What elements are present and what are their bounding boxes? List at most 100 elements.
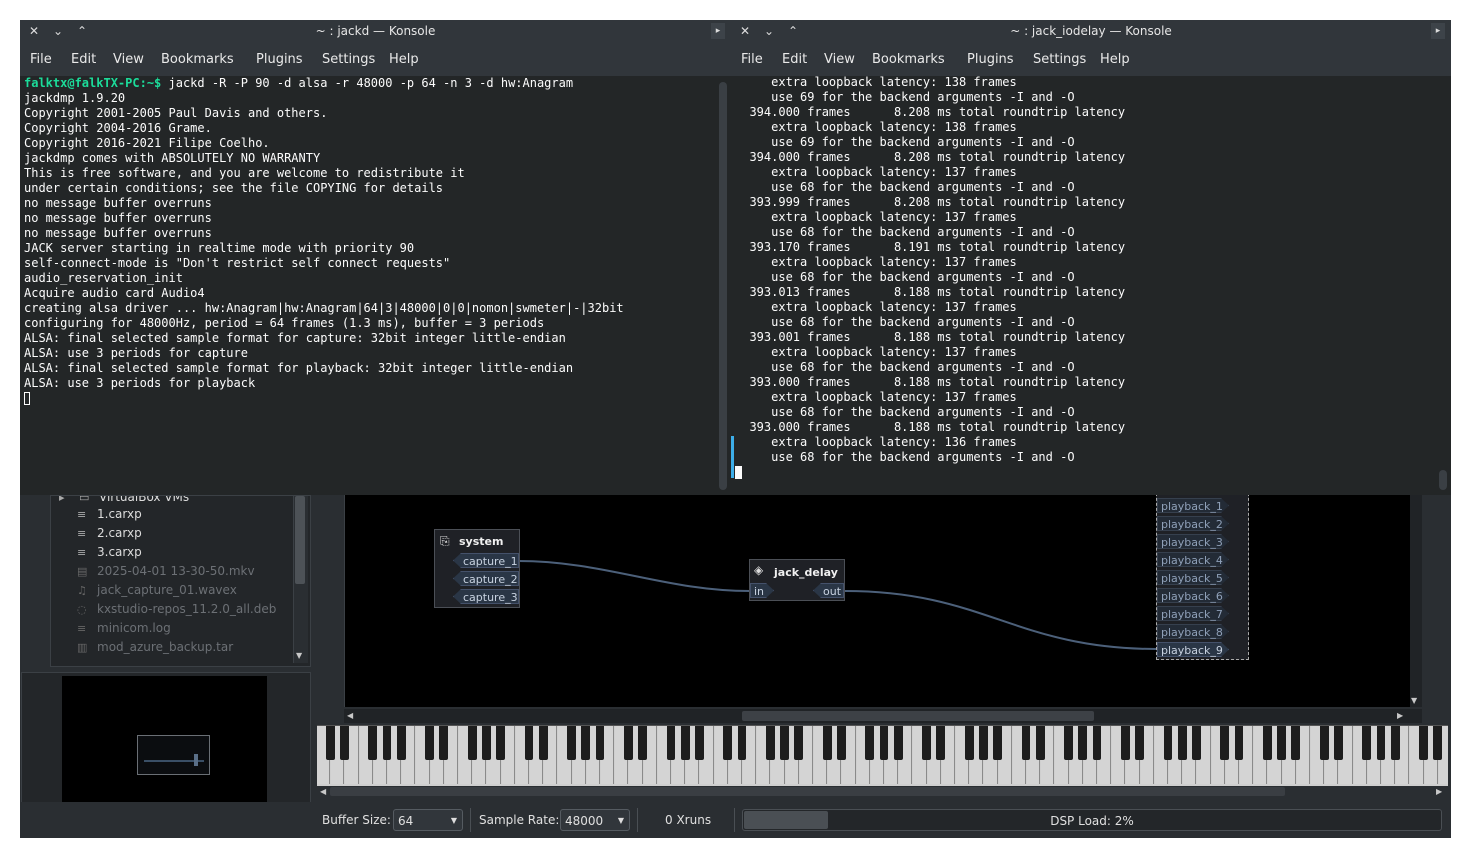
black-key[interactable]	[496, 726, 505, 760]
black-key[interactable]	[340, 726, 349, 760]
piano-keyboard[interactable]	[317, 725, 1448, 786]
black-key[interactable]	[865, 726, 875, 760]
black-key[interactable]	[837, 726, 846, 760]
black-key[interactable]	[979, 726, 988, 760]
black-key[interactable]	[1277, 726, 1286, 760]
black-key[interactable]	[1433, 726, 1443, 760]
black-key[interactable]	[695, 726, 704, 760]
file-item[interactable]: ▤ 2025-04-01 13-30-50.mkv	[77, 562, 255, 581]
black-key[interactable]	[1135, 726, 1144, 760]
black-key[interactable]	[964, 726, 974, 760]
black-key[interactable]	[382, 726, 392, 760]
konsole-iodelay-window[interactable]: ✕ ⌄ ⌃ ~ : jack_iodelay — Konsole ▸ File E…	[731, 20, 1451, 495]
menu-edit[interactable]: Edit	[71, 42, 96, 78]
black-key[interactable]	[723, 726, 733, 760]
black-key[interactable]	[624, 726, 633, 760]
file-browser-scroll-thumb[interactable]	[295, 496, 305, 584]
black-key[interactable]	[1263, 726, 1272, 760]
file-item[interactable]: ≡ 1.carxp	[77, 505, 142, 524]
black-key[interactable]	[1376, 726, 1386, 760]
terminal-scrollbar[interactable]	[717, 76, 729, 495]
patchbay-canvas[interactable]: ⎘ system capture_1 capture_2 capture_3 ◈…	[344, 495, 1411, 707]
port-playback-6[interactable]: playback_6	[1157, 588, 1229, 603]
black-key[interactable]	[1362, 726, 1372, 760]
black-key[interactable]	[1021, 726, 1031, 760]
menu-settings[interactable]: Settings	[1033, 42, 1086, 78]
menu-edit[interactable]: Edit	[782, 42, 807, 78]
black-key[interactable]	[638, 726, 647, 760]
file-item[interactable]: ≡ 3.carxp	[77, 543, 142, 562]
terminal-view[interactable]: falktx@falkTX-PC:~$ jackd -R -P 90 -d al…	[20, 76, 717, 495]
black-key[interactable]	[922, 726, 931, 760]
black-key[interactable]	[581, 726, 591, 760]
file-browser[interactable]: ▸ ▭ VirtualBox VMs ≡ 1.carxp ≡ 2.carxp ≡ 3.carx…	[50, 495, 311, 667]
black-key[interactable]	[879, 726, 889, 760]
titlebar[interactable]: ✕ ⌄ ⌃ ~ : jackd — Konsole ▸	[20, 20, 731, 42]
keyboard-scroll-thumb[interactable]	[330, 787, 1285, 796]
menu-settings[interactable]: Settings	[322, 42, 375, 78]
konsole-jackd-window[interactable]: ✕ ⌄ ⌃ ~ : jackd — Konsole ▸ File Edit View…	[20, 20, 731, 495]
file-item[interactable]: ≡ 2.carxp	[77, 524, 142, 543]
scroll-right-arrow-icon[interactable]: ▶	[1436, 787, 1442, 797]
black-key[interactable]	[396, 726, 406, 760]
black-key[interactable]	[1163, 726, 1173, 760]
black-key[interactable]	[1390, 726, 1400, 760]
black-key[interactable]	[467, 726, 477, 760]
black-key[interactable]	[1121, 726, 1130, 760]
connection-capture1-in[interactable]	[517, 560, 751, 592]
port-playback-4[interactable]: playback_4	[1157, 552, 1229, 567]
terminal-scroll-thumb[interactable]	[719, 82, 727, 490]
scroll-right-icon[interactable]: ▸	[1431, 23, 1445, 39]
black-key[interactable]	[1092, 726, 1102, 760]
black-key[interactable]	[993, 726, 1002, 760]
port-playback-2[interactable]: playback_2	[1157, 516, 1229, 531]
titlebar[interactable]: ✕ ⌄ ⌃ ~ : jack_iodelay — Konsole ▸	[731, 20, 1451, 42]
black-key[interactable]	[780, 726, 789, 760]
black-key[interactable]	[936, 726, 946, 760]
black-key[interactable]	[595, 726, 605, 760]
black-key[interactable]	[482, 726, 491, 760]
menu-help[interactable]: Help	[389, 42, 419, 78]
scroll-left-arrow-icon[interactable]: ◀	[320, 787, 326, 797]
black-key[interactable]	[737, 726, 747, 760]
black-key[interactable]	[1078, 726, 1088, 760]
menu-view[interactable]: View	[113, 42, 144, 78]
port-playback-1[interactable]: playback_1	[1157, 498, 1229, 513]
black-key[interactable]	[368, 726, 378, 760]
black-key[interactable]	[794, 726, 804, 760]
xruns-counter[interactable]: 0 Xruns	[665, 809, 711, 831]
black-key[interactable]	[1234, 726, 1244, 760]
black-key[interactable]	[1035, 726, 1045, 760]
black-key[interactable]	[893, 726, 903, 760]
black-key[interactable]	[524, 726, 534, 760]
terminal-view[interactable]: extra loopback latency: 138 frames use 6…	[731, 76, 1437, 495]
black-key[interactable]	[1291, 726, 1301, 760]
canvas-vertical-scrollbar[interactable]	[1410, 495, 1422, 707]
port-playback-5[interactable]: playback_5	[1157, 570, 1229, 585]
port-capture-1[interactable]: capture_1	[453, 553, 519, 568]
black-key[interactable]	[325, 726, 335, 760]
black-key[interactable]	[439, 726, 449, 760]
port-playback-3[interactable]: playback_3	[1157, 534, 1229, 549]
file-item[interactable]: ◌ kxstudio-repos_11.2.0_all.deb	[77, 600, 276, 619]
black-key[interactable]	[567, 726, 576, 760]
terminal-scroll-thumb[interactable]	[1439, 470, 1447, 490]
menu-help[interactable]: Help	[1100, 42, 1130, 78]
scroll-down-arrow-icon[interactable]: ▼	[1411, 696, 1417, 706]
terminal-scrollbar[interactable]	[1437, 76, 1449, 495]
black-key[interactable]	[680, 726, 690, 760]
black-key[interactable]	[1192, 726, 1201, 760]
black-key[interactable]	[1177, 726, 1187, 760]
minimap-viewport[interactable]	[137, 735, 210, 775]
black-key[interactable]	[1064, 726, 1073, 760]
connection-out-playback9[interactable]	[844, 590, 1158, 650]
menu-plugins[interactable]: Plugins	[256, 42, 303, 78]
port-playback-7[interactable]: playback_7	[1157, 606, 1229, 621]
scroll-down-arrow-icon[interactable]: ▼	[296, 651, 302, 661]
menu-plugins[interactable]: Plugins	[967, 42, 1014, 78]
port-capture-2[interactable]: capture_2	[453, 571, 519, 586]
port-playback-9[interactable]: playback_9	[1157, 642, 1229, 657]
scroll-right-arrow-icon[interactable]: ▶	[1397, 711, 1403, 721]
menu-file[interactable]: File	[741, 42, 763, 78]
menu-bookmarks[interactable]: Bookmarks	[872, 42, 945, 78]
